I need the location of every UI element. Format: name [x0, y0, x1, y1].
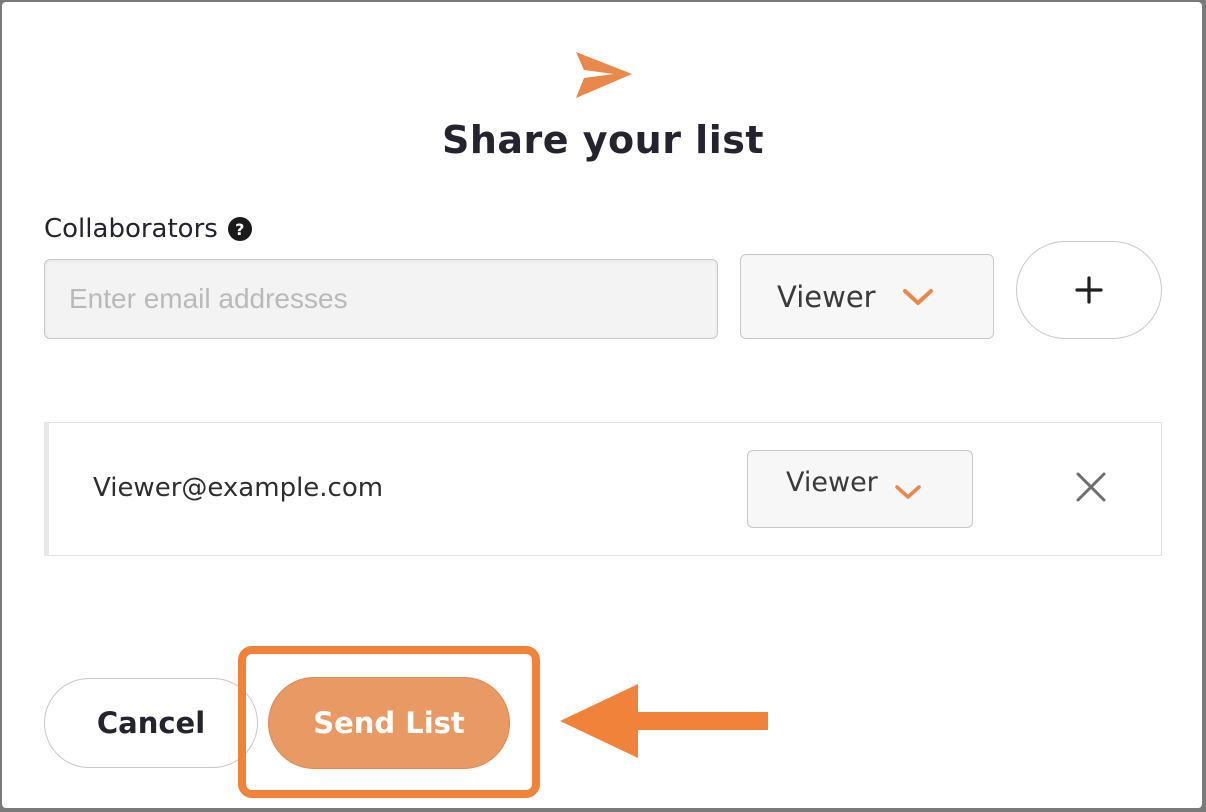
- collaborator-row: Viewer@example.com Viewer: [44, 422, 1162, 556]
- collaborator-email: Viewer@example.com: [93, 473, 384, 503]
- email-input[interactable]: [44, 259, 718, 339]
- chevron-down-icon: [895, 485, 921, 499]
- add-collaborator-button[interactable]: [1016, 241, 1162, 339]
- send-icon: [576, 52, 632, 98]
- plus-icon: [1075, 276, 1103, 304]
- dialog-title: Share your list: [441, 118, 765, 162]
- collaborator-role-dropdown[interactable]: Viewer: [747, 450, 973, 528]
- arrow-left-icon: [560, 684, 768, 758]
- send-list-button[interactable]: Send List: [268, 677, 510, 769]
- chevron-down-icon: [902, 288, 933, 305]
- collaborator-role-value: Viewer: [786, 467, 878, 498]
- role-dropdown[interactable]: Viewer: [740, 254, 994, 339]
- close-icon: [1076, 472, 1106, 502]
- question-circle-icon[interactable]: ?: [227, 217, 252, 241]
- remove-collaborator-button[interactable]: [1071, 467, 1111, 507]
- cancel-button[interactable]: Cancel: [44, 678, 258, 768]
- collaborators-label-row: Collaborators ?: [44, 214, 252, 244]
- role-dropdown-value: Viewer: [777, 279, 876, 314]
- collaborators-label: Collaborators: [44, 214, 218, 244]
